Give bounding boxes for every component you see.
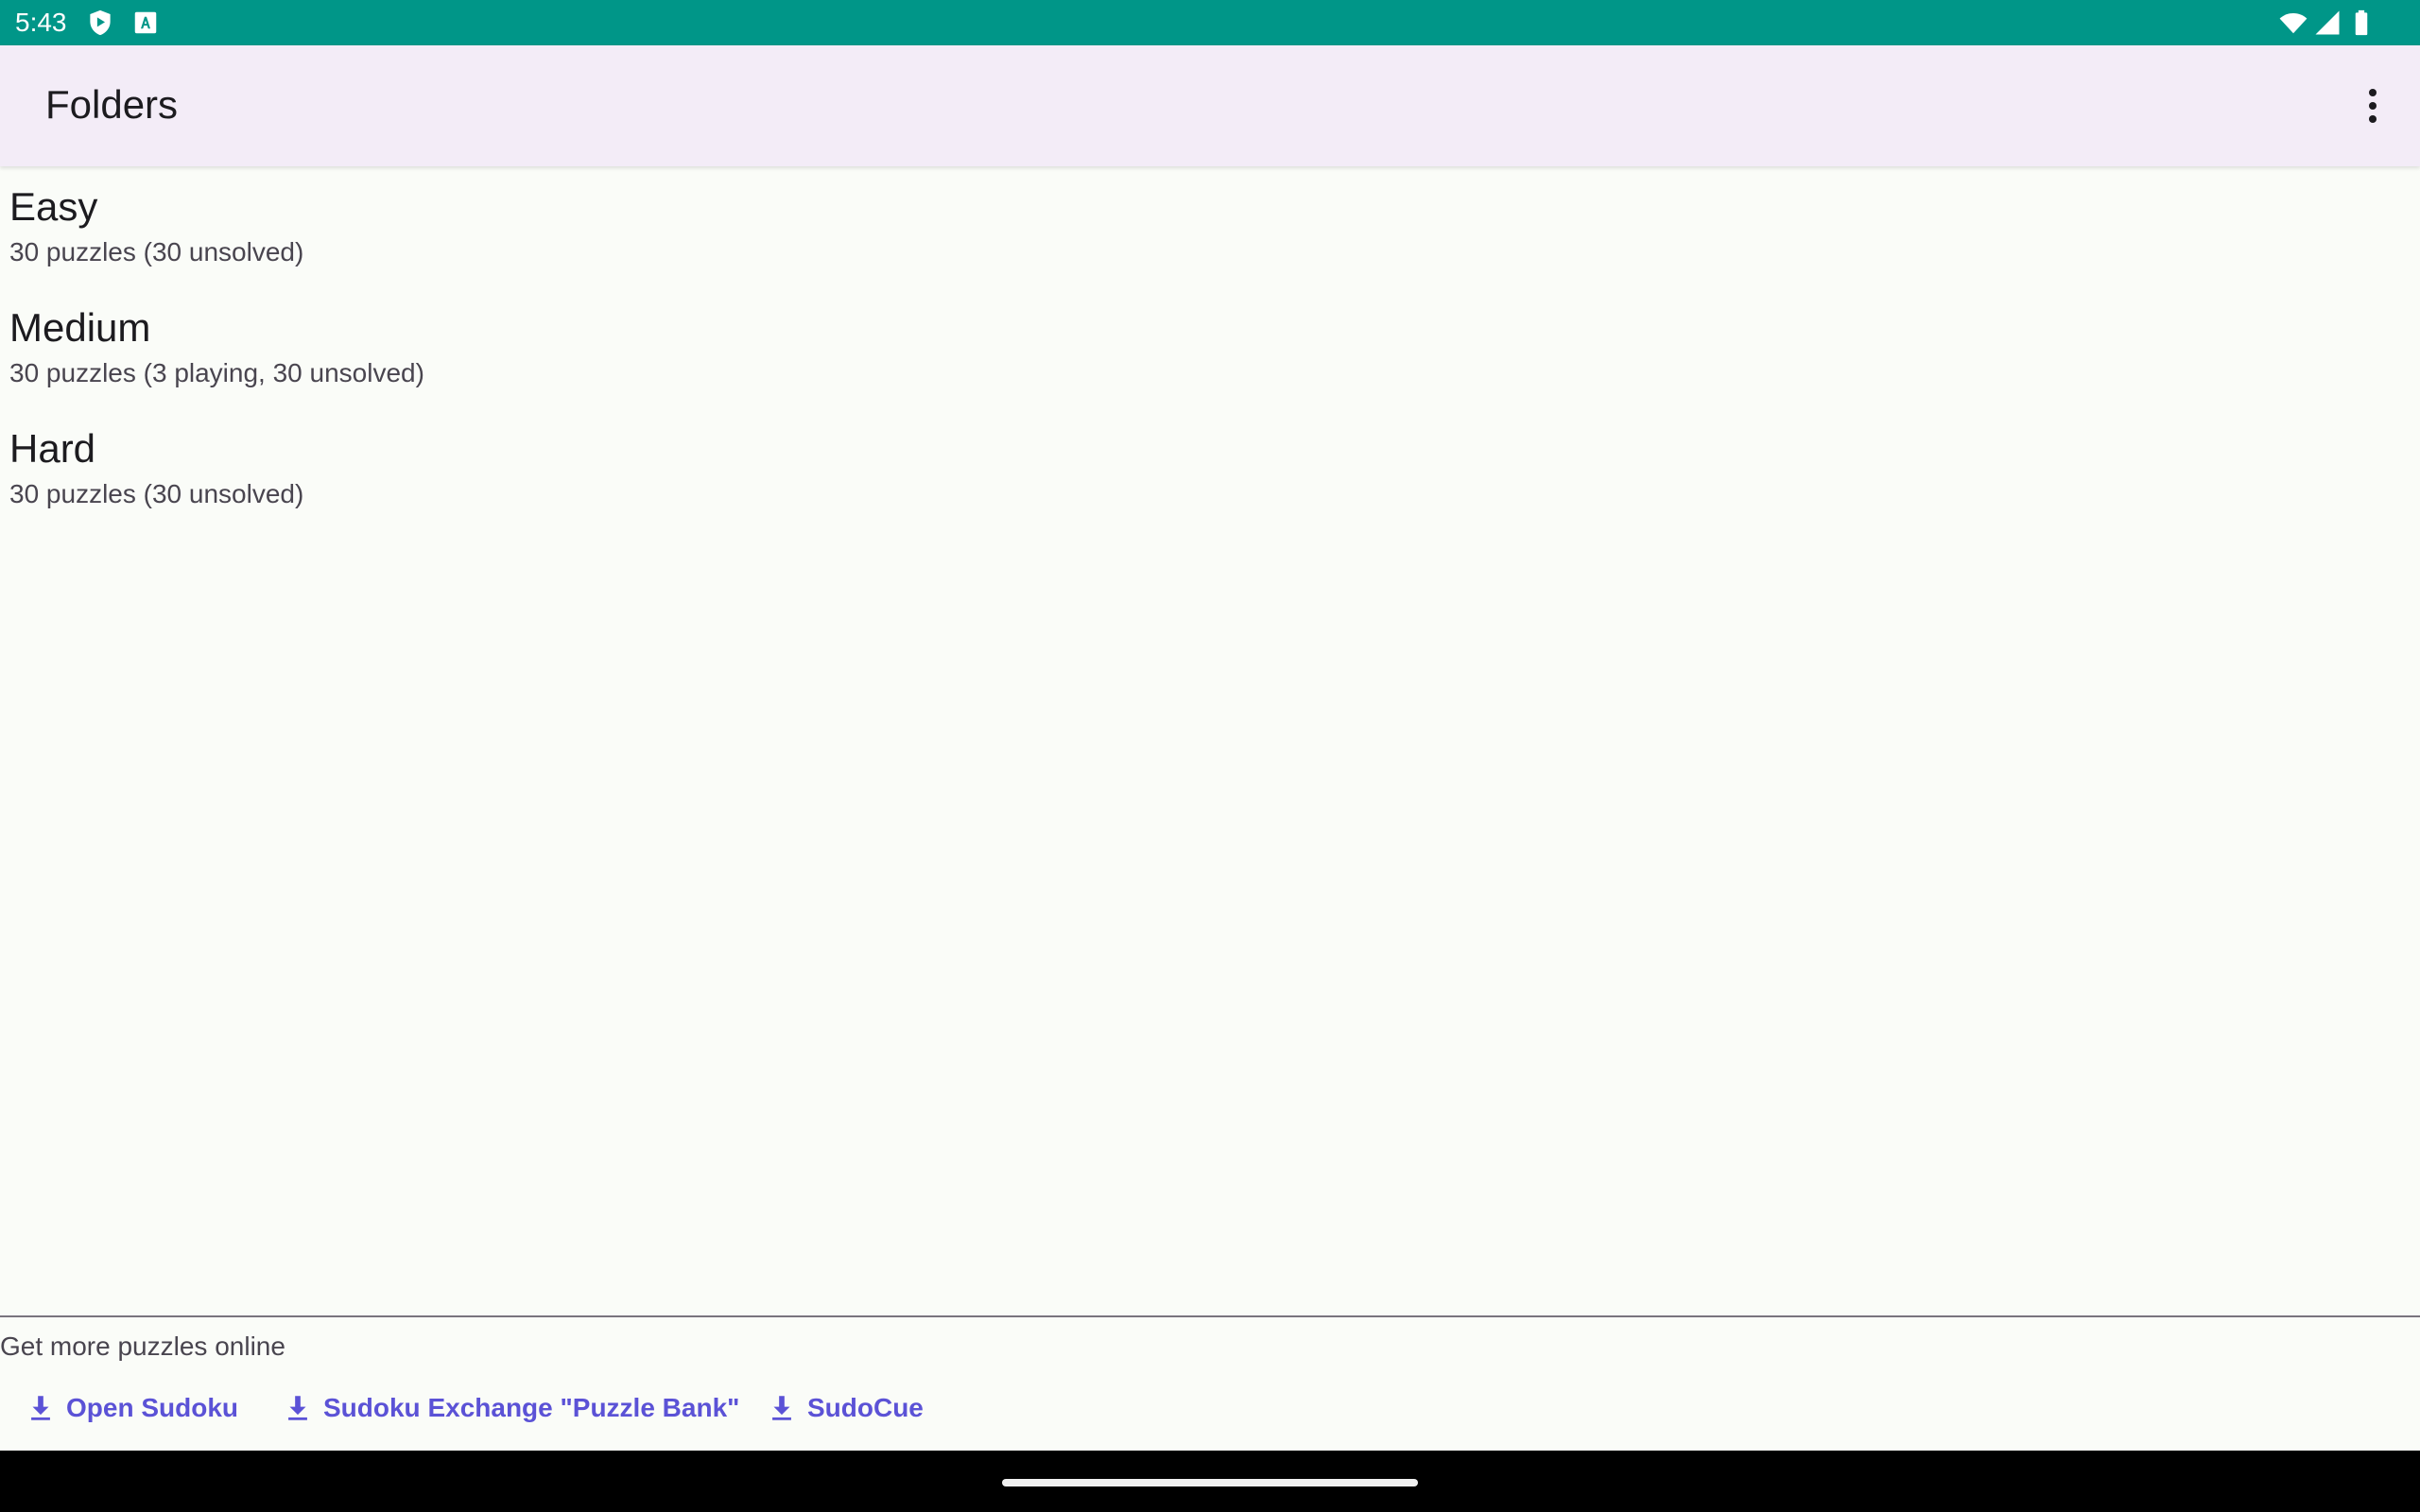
folder-item-medium[interactable]: Medium 30 puzzles (3 playing, 30 unsolve… [0, 287, 2420, 408]
folder-detail: 30 puzzles (30 unsolved) [9, 479, 304, 508]
open-sudoku-link[interactable]: Open Sudoku [25, 1389, 238, 1427]
folder-detail: 30 puzzles (3 playing, 30 unsolved) [9, 358, 424, 387]
gesture-handle[interactable] [1002, 1479, 1418, 1486]
keyboard-a-icon [131, 9, 160, 37]
app-bar: Folders [0, 45, 2420, 166]
folder-item-easy[interactable]: Easy 30 puzzles (30 unsolved) [0, 166, 2420, 287]
footer-heading: Get more puzzles online [0, 1332, 285, 1361]
download-icon [282, 1392, 314, 1424]
cell-signal-icon [2313, 9, 2342, 37]
status-time: 5:43 [15, 8, 67, 37]
download-icon [766, 1392, 798, 1424]
folder-name: Easy [9, 184, 98, 229]
wifi-icon [2279, 9, 2308, 37]
folder-list: Easy 30 puzzles (30 unsolved) Medium 30 … [0, 166, 2420, 529]
sudocue-link[interactable]: SudoCue [766, 1389, 924, 1427]
folder-detail: 30 puzzles (30 unsolved) [9, 237, 304, 266]
more-options-button[interactable] [2339, 72, 2407, 140]
page-title: Folders [45, 82, 179, 127]
link-label: Sudoku Exchange "Puzzle Bank" [323, 1393, 740, 1422]
get-more-puzzles-footer: Get more puzzles online Open Sudoku Sudo… [0, 1315, 2420, 1452]
download-icon [25, 1392, 57, 1424]
navigation-bar [0, 1451, 2420, 1512]
battery-icon [2347, 9, 2376, 37]
more-vert-icon [2369, 89, 2377, 123]
folder-name: Medium [9, 305, 151, 350]
link-label: Open Sudoku [66, 1393, 238, 1422]
status-bar: 5:43 [0, 0, 2420, 45]
folder-item-hard[interactable]: Hard 30 puzzles (30 unsolved) [0, 408, 2420, 529]
play-protect-icon [86, 9, 114, 37]
folder-name: Hard [9, 426, 96, 471]
link-label: SudoCue [807, 1393, 924, 1422]
sudoku-exchange-link[interactable]: Sudoku Exchange "Puzzle Bank" [282, 1389, 739, 1427]
